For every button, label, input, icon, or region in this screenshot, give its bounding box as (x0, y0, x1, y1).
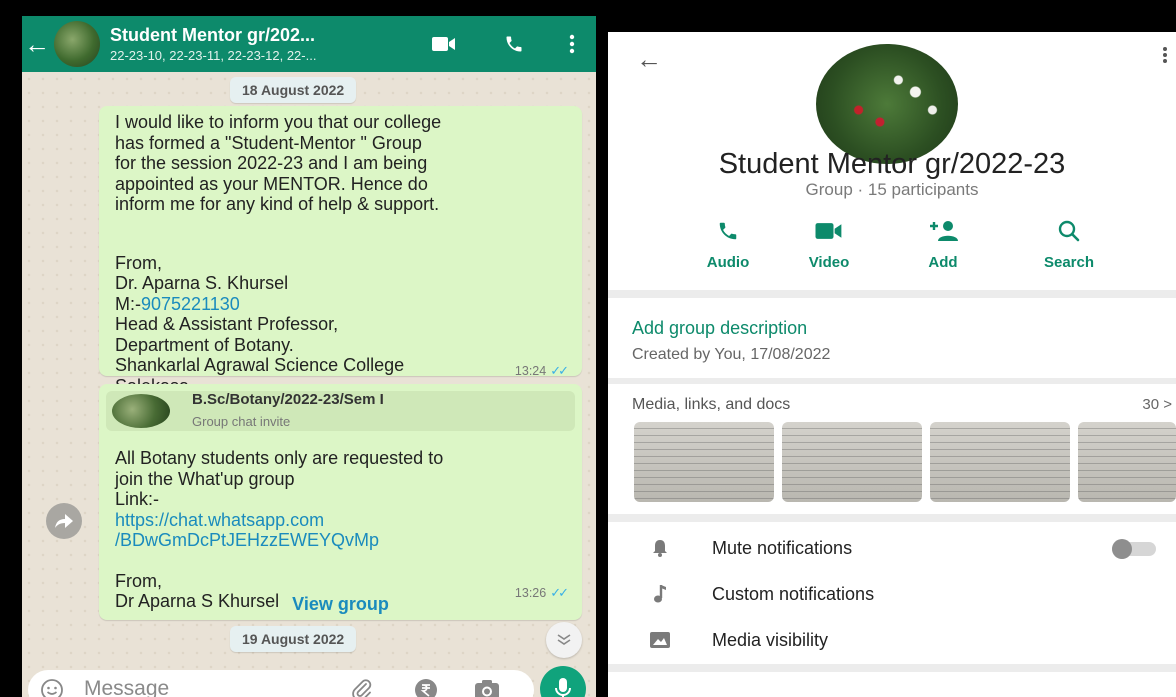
audio-call-action[interactable]: Audio (683, 218, 773, 271)
invite-type: Group chat invite (192, 414, 291, 429)
message-input[interactable]: Message (84, 677, 169, 697)
view-group-button[interactable]: View group (99, 594, 582, 615)
created-by-text: Created by You, 17/08/2022 (632, 346, 831, 363)
sender-name: Dr. Aparna S. Khursel (115, 273, 289, 293)
camera-icon[interactable] (474, 678, 500, 697)
media-visibility-label: Media visibility (712, 629, 829, 650)
image-icon (608, 632, 712, 648)
media-links-docs-title[interactable]: Media, links, and docs (632, 396, 790, 414)
more-settings-card (608, 672, 1176, 697)
bell-icon (608, 539, 712, 557)
mute-notifications-row[interactable]: Mute notifications (608, 528, 1176, 568)
phone-prefix: M:- (115, 293, 141, 314)
invite-link[interactable]: https://chat.whatsapp.com /BDwGmDcPtJEHz… (115, 510, 575, 551)
message-composer[interactable]: Message (28, 670, 534, 697)
chevron-down-icon (557, 634, 571, 645)
group-name: Student Mentor gr/2022-23 (718, 148, 1066, 180)
scroll-down-button[interactable] (546, 622, 582, 658)
media-thumbnail[interactable] (930, 422, 1070, 502)
date-separator: 18 August 2022 (230, 77, 357, 103)
mute-toggle[interactable] (1112, 539, 1156, 559)
search-action[interactable]: Search (1024, 218, 1114, 271)
custom-notifications-row[interactable]: Custom notifications (608, 574, 1176, 614)
more-options-icon[interactable] (552, 16, 592, 72)
action-label: Search (1043, 254, 1095, 271)
media-visibility-row[interactable]: Media visibility (608, 620, 1176, 660)
message-from-label: From, (115, 252, 162, 273)
back-arrow-icon[interactable]: ← (636, 44, 662, 75)
media-thumbnail[interactable] (782, 422, 922, 502)
group-info-screen: ← Student Mentor gr/2022-23 Group · 15 p… (608, 32, 1176, 697)
message-time: 13:24 ✓✓ (514, 361, 569, 382)
message-bubble-1[interactable]: I would like to inform you that our coll… (99, 106, 582, 416)
chat-participants: 22-23-10, 22-23-11, 22-23-12, 22-... (110, 48, 317, 63)
invite-group-name: B.Sc/Botany/2022-23/Sem I (192, 390, 384, 408)
mute-notifications-label: Mute notifications (712, 537, 853, 558)
attach-icon[interactable] (350, 678, 374, 697)
add-person-icon (898, 218, 988, 244)
add-participant-action[interactable]: Add (898, 218, 988, 271)
description-card: Add group description Created by You, 17… (608, 298, 1176, 378)
group-invite-card[interactable]: B.Sc/Botany/2022-23/Sem I Group chat inv… (106, 391, 575, 431)
chat-title: Student Mentor gr/202... (110, 25, 316, 45)
double-tick-icon: ✓✓ (550, 363, 569, 378)
voice-call-icon[interactable] (494, 16, 534, 72)
chat-title-block[interactable]: Student Mentor gr/202... 22-23-10, 22-23… (110, 25, 390, 63)
video-call-icon[interactable] (424, 16, 464, 72)
phone-line: M:-9075221130 (115, 294, 572, 315)
custom-notifications-label: Custom notifications (712, 583, 875, 604)
message-time-text: 13:24 (514, 364, 547, 378)
chat-header: ← Student Mentor gr/202... 22-23-10, 22-… (22, 16, 596, 72)
video-icon (784, 218, 874, 244)
rupee-payment-icon[interactable] (414, 678, 438, 697)
message-bubble-2[interactable]: B.Sc/Botany/2022-23/Sem I Group chat inv… (99, 384, 582, 620)
microphone-icon (555, 678, 571, 697)
action-label: Audio (706, 254, 750, 271)
toggle-knob (1112, 539, 1132, 559)
forward-button[interactable] (46, 503, 82, 539)
more-options-icon[interactable] (1162, 46, 1168, 69)
add-group-description-link[interactable]: Add group description (632, 318, 807, 339)
media-thumbnail[interactable] (1078, 422, 1176, 502)
group-header-card: ← Student Mentor gr/2022-23 Group · 15 p… (608, 32, 1176, 290)
media-thumbnail[interactable] (634, 422, 774, 502)
video-call-action[interactable]: Video (784, 218, 874, 271)
phone-link[interactable]: 9075221130 (141, 294, 240, 314)
back-arrow-icon[interactable]: ← (24, 16, 50, 72)
settings-card: Mute notifications Custom notifications … (608, 522, 1176, 664)
invite-group-thumbnail (112, 394, 170, 428)
group-photo[interactable] (816, 44, 958, 164)
media-count[interactable]: 30 > (1142, 396, 1172, 413)
action-label: Add (928, 254, 958, 271)
action-label: Video (808, 254, 850, 271)
group-participants-count: Group · 15 participants (805, 180, 979, 199)
search-icon (1024, 218, 1114, 244)
phone-icon (683, 218, 773, 244)
chat-screen: ← Student Mentor gr/202... 22-23-10, 22-… (22, 16, 600, 697)
date-separator: 19 August 2022 (230, 626, 357, 652)
music-note-icon (608, 584, 712, 604)
emoji-icon[interactable] (40, 678, 64, 697)
message-text: I would like to inform you that our coll… (115, 112, 442, 214)
group-avatar[interactable] (54, 21, 100, 67)
media-card: Media, links, and docs 30 > (608, 384, 1176, 514)
message-text: All Botany students only are requested t… (115, 448, 444, 509)
message-from-label: From, (115, 570, 162, 591)
